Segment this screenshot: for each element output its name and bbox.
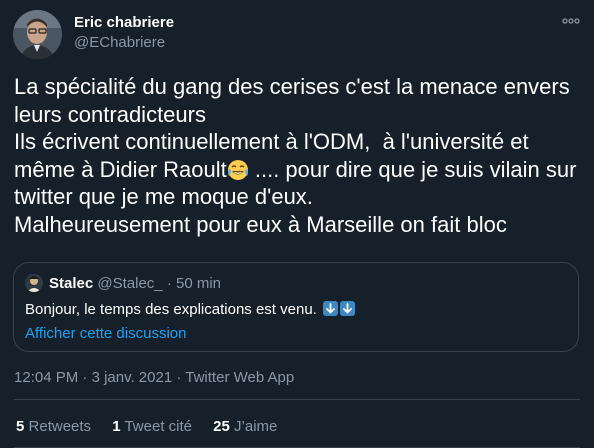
quote-tweets-label: Tweet cité (124, 418, 192, 435)
tweet-source: Twitter Web App (185, 369, 295, 386)
quote-avatar (25, 274, 43, 292)
down-arrow-icon (340, 301, 356, 316)
likes-label: J’aime (234, 418, 278, 435)
meta-dot-2: · (176, 369, 182, 386)
more-options-icon[interactable] (560, 12, 582, 30)
divider (14, 399, 580, 400)
tweet-line-1: La spécialité du gang des cerises c'est … (14, 74, 576, 127)
quote-text: Bonjour, le temps des explications est v… (25, 301, 317, 318)
author-name[interactable]: Eric chabriere (74, 14, 174, 31)
quote-separator: · (166, 275, 172, 292)
tweet-date: 3 janv. 2021 (91, 369, 173, 386)
engagement-stats: 5 Retweets 1 Tweet cité 25 J’aime (16, 418, 294, 435)
tweet-time: 12:04 PM (14, 369, 79, 386)
quote-time: 50 min (175, 275, 222, 292)
show-thread-link[interactable]: Afficher cette discussion (25, 325, 186, 342)
quote-tweets-stat[interactable]: 1 Tweet cité (112, 418, 192, 435)
tears-of-joy-emoji-icon (227, 159, 249, 181)
tweet-line-3: Malheureusement pour eux à Marseille on … (14, 211, 507, 237)
quoted-tweet[interactable]: Stalec @Stalec_ · 50 min Bonjour, le tem… (13, 262, 579, 352)
avatar-photo (13, 10, 62, 59)
quote-header: Stalec @Stalec_ · 50 min (49, 275, 221, 292)
quote-text-row: Bonjour, le temps des explications est v… (25, 301, 356, 318)
likes-stat[interactable]: 25 J’aime (213, 418, 277, 435)
tweet: Eric chabriere @EChabriere La spécialité… (0, 0, 594, 448)
quote-author-handle: @Stalec_ (97, 275, 163, 292)
quote-tweets-count: 1 (112, 418, 121, 435)
likes-count: 25 (213, 418, 230, 435)
down-arrow-icon (323, 301, 339, 316)
tweet-timestamp[interactable]: 12:04 PM · 3 janv. 2021 · Twitter Web Ap… (14, 369, 294, 386)
quote-author-name: Stalec (49, 275, 94, 292)
retweets-stat[interactable]: 5 Retweets (16, 418, 91, 435)
author-avatar[interactable] (13, 10, 62, 59)
author-handle[interactable]: @EChabriere (74, 34, 165, 51)
tweet-text: La spécialité du gang des cerises c'est … (14, 73, 586, 238)
retweets-count: 5 (16, 418, 25, 435)
meta-dot: · (82, 369, 88, 386)
retweets-label: Retweets (28, 418, 92, 435)
